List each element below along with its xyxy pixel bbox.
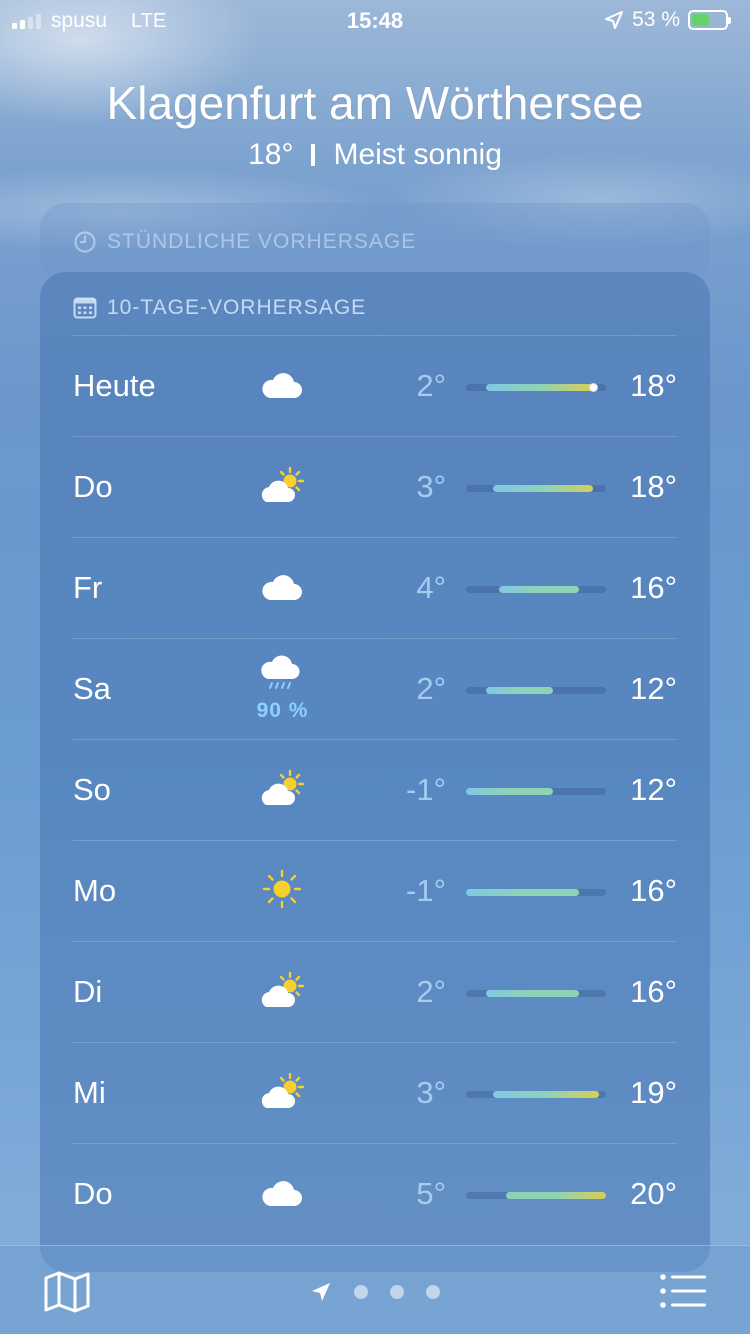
low-temperature: 2° bbox=[416, 671, 446, 706]
battery-icon bbox=[688, 10, 731, 30]
cloud-icon bbox=[262, 575, 302, 600]
forecast-row[interactable]: Di 2° 16° bbox=[73, 941, 677, 1042]
ten-day-forecast-card[interactable]: 10-TAGE-VORHERSAGE Heute 2° 18° Do 3° 18° Fr 4°… bbox=[40, 272, 710, 1272]
location-services-icon bbox=[605, 11, 624, 29]
high-temperature: 20° bbox=[630, 1176, 677, 1211]
temperature-range-bar bbox=[499, 586, 580, 593]
low-temperature: 3° bbox=[416, 469, 446, 504]
low-temperature: -1° bbox=[406, 772, 446, 807]
calendar-icon bbox=[73, 297, 97, 319]
temperature-range-track bbox=[466, 586, 606, 593]
low-temperature: 2° bbox=[416, 368, 446, 403]
ten-day-forecast-title: 10-TAGE-VORHERSAGE bbox=[107, 296, 367, 319]
hourly-forecast-card[interactable]: STÜNDLICHE VORHERSAGE bbox=[40, 203, 710, 283]
low-temperature: 4° bbox=[416, 570, 446, 605]
clock-icon bbox=[74, 231, 96, 253]
rain-icon bbox=[261, 655, 300, 689]
cloud-icon bbox=[262, 373, 302, 398]
temperature-range-bar bbox=[466, 889, 580, 896]
high-temperature: 12° bbox=[630, 772, 677, 807]
temperature-range-track bbox=[466, 1091, 606, 1098]
forecast-day: Mo bbox=[73, 873, 117, 908]
current-temperature-dot bbox=[588, 383, 598, 392]
bottom-toolbar bbox=[0, 1245, 750, 1334]
forecast-day: Do bbox=[73, 469, 113, 504]
low-temperature: 2° bbox=[416, 974, 446, 1009]
current-condition: Meist sonnig bbox=[333, 138, 502, 171]
temperature-range-track bbox=[466, 1192, 606, 1199]
cloud-icon bbox=[262, 1181, 302, 1206]
forecast-day: Sa bbox=[73, 671, 111, 706]
page-indicator[interactable] bbox=[0, 1281, 750, 1303]
high-temperature: 18° bbox=[630, 469, 677, 504]
forecast-row[interactable]: Mi 3° 19° bbox=[73, 1042, 677, 1143]
forecast-row[interactable]: Do 5° 20° bbox=[73, 1143, 677, 1244]
partly-sunny-icon bbox=[261, 466, 305, 502]
forecast-day: So bbox=[73, 772, 111, 807]
battery-percentage: 53 % bbox=[632, 8, 680, 31]
summary-separator bbox=[311, 144, 316, 166]
temperature-range-track bbox=[466, 990, 606, 997]
temperature-range-track bbox=[466, 889, 606, 896]
current-temperature: 18° bbox=[248, 138, 294, 171]
high-temperature: 19° bbox=[630, 1075, 677, 1110]
low-temperature: -1° bbox=[406, 873, 446, 908]
forecast-row[interactable]: Do 3° 18° bbox=[73, 436, 677, 537]
forecast-row[interactable]: Heute 2° 18° bbox=[73, 335, 677, 436]
temperature-range-bar bbox=[486, 687, 553, 694]
precipitation-chance: 90 % bbox=[256, 699, 309, 722]
temperature-range-bar bbox=[492, 485, 593, 492]
temperature-range-bar bbox=[506, 1192, 606, 1199]
page-dot[interactable] bbox=[390, 1285, 404, 1299]
temperature-range-track bbox=[466, 687, 606, 694]
high-temperature: 16° bbox=[630, 974, 677, 1009]
low-temperature: 5° bbox=[416, 1176, 446, 1211]
temperature-range-bar bbox=[486, 384, 593, 391]
forecast-list: Heute 2° 18° Do 3° 18° Fr 4° 16° Sa 90 % 2° 12° So -1°… bbox=[73, 335, 677, 1244]
temperature-range-bar bbox=[486, 990, 580, 997]
battery-fill bbox=[692, 14, 709, 26]
high-temperature: 16° bbox=[630, 873, 677, 908]
forecast-day: Do bbox=[73, 1176, 113, 1211]
high-temperature: 18° bbox=[630, 368, 677, 403]
partly-sunny-icon bbox=[261, 769, 305, 805]
status-bar: spusu LTE 15:48 53 % bbox=[0, 0, 750, 40]
list-icon[interactable] bbox=[660, 1274, 706, 1308]
partly-sunny-icon bbox=[261, 1072, 305, 1108]
page-dot[interactable] bbox=[426, 1285, 440, 1299]
forecast-day: Fr bbox=[73, 570, 103, 605]
forecast-row[interactable]: Sa 90 % 2° 12° bbox=[73, 638, 677, 739]
temperature-range-track bbox=[466, 788, 606, 795]
temperature-range-bar bbox=[466, 788, 553, 795]
hourly-forecast-title: STÜNDLICHE VORHERSAGE bbox=[107, 230, 417, 253]
sun-icon bbox=[262, 869, 302, 909]
page-dot[interactable] bbox=[354, 1285, 368, 1299]
forecast-row[interactable]: Fr 4° 16° bbox=[73, 537, 677, 638]
temperature-range-track bbox=[466, 485, 606, 492]
forecast-day: Di bbox=[73, 974, 103, 1009]
high-temperature: 16° bbox=[630, 570, 677, 605]
location-arrow-icon[interactable] bbox=[310, 1281, 332, 1303]
forecast-day: Mi bbox=[73, 1075, 106, 1110]
forecast-day: Heute bbox=[73, 368, 156, 403]
temperature-range-track bbox=[466, 383, 606, 392]
city-name: Klagenfurt am Wörthersee bbox=[106, 77, 644, 129]
forecast-row[interactable]: Mo -1° 16° bbox=[73, 840, 677, 941]
forecast-row[interactable]: So -1° 12° bbox=[73, 739, 677, 840]
current-summary: 18° Meist sonnig bbox=[0, 138, 750, 172]
partly-sunny-icon bbox=[261, 971, 305, 1007]
high-temperature: 12° bbox=[630, 671, 677, 706]
temperature-range-bar bbox=[492, 1091, 600, 1098]
low-temperature: 3° bbox=[416, 1075, 446, 1110]
